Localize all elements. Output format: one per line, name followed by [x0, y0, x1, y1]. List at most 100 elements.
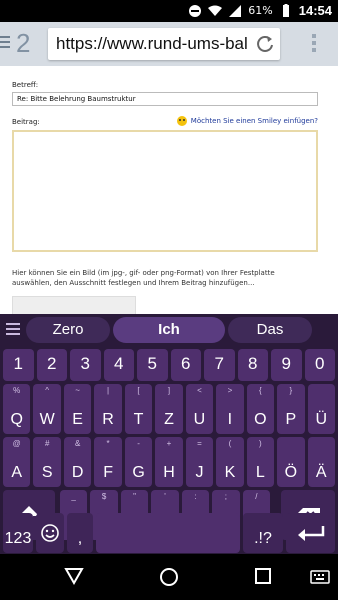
key-g[interactable]: -G [124, 437, 153, 487]
key-label: D [71, 464, 84, 481]
key-3[interactable]: 3 [70, 349, 101, 381]
suggestion-right[interactable]: Das [228, 317, 312, 343]
key-label: U [193, 411, 206, 428]
key-z[interactable]: ] Z [155, 384, 183, 434]
key-alt-label: - [137, 439, 140, 448]
key-alt-label: " [133, 492, 136, 501]
battery-percent: 61% [248, 4, 273, 17]
wifi-icon [208, 5, 223, 16]
key-8[interactable]: 8 [237, 349, 268, 381]
keyboard-menu-icon[interactable] [6, 323, 20, 338]
key-alt-label: ] [167, 386, 171, 395]
key-ä[interactable]: Ä [307, 437, 335, 487]
suggestion-bar: Zero Ich Das [0, 314, 338, 346]
key-i[interactable]: > I [216, 384, 244, 434]
space-key[interactable] [96, 513, 240, 553]
key-label: Z [164, 411, 174, 428]
key-alt-label: + [166, 439, 172, 448]
key-label: K [224, 464, 236, 481]
key-e[interactable]: ~ E [63, 384, 92, 434]
key-f[interactable]: * F [94, 437, 122, 487]
key-alt-label: ' [164, 492, 166, 501]
clock: 14:54 [298, 3, 332, 18]
comma-key[interactable]: , [67, 513, 93, 553]
key-j[interactable]: = J [185, 437, 214, 487]
key-label: 5 [147, 354, 157, 373]
key-d[interactable]: & D [63, 437, 92, 487]
key-7[interactable]: 7 [204, 349, 235, 381]
do-not-disturb-icon [189, 4, 202, 17]
reload-icon[interactable] [254, 33, 276, 55]
key-5[interactable]: 5 [137, 349, 168, 381]
key-h[interactable]: + H [155, 437, 183, 487]
key-label: T [133, 411, 144, 428]
key-label: A [11, 464, 23, 481]
file-select-button[interactable] [12, 296, 136, 314]
key-0[interactable]: 0 [304, 349, 335, 381]
navigation-bar [0, 554, 338, 600]
key-label: F [103, 464, 113, 481]
drawer-menu-icon[interactable] [0, 36, 10, 50]
punctuation-key[interactable]: .!? [243, 513, 283, 553]
key-1[interactable]: 1 [3, 349, 34, 381]
key-alt-label: [ [137, 386, 140, 395]
smiley-link[interactable]: Möchten Sie einen Smiley einfügen? [176, 116, 318, 126]
recents-icon[interactable] [254, 567, 272, 585]
back-icon[interactable] [64, 567, 84, 585]
key-q[interactable]: % Q [3, 384, 31, 434]
key-9[interactable]: 9 [271, 349, 302, 381]
key-s[interactable]: # S [33, 437, 61, 487]
key-alt-label: ; [224, 492, 228, 501]
emoji-key[interactable] [36, 513, 64, 553]
info-line-1: Hier können Sie ein Bild (im jpg-, gif- … [12, 269, 275, 277]
key-w[interactable]: ^ W [33, 384, 61, 434]
key-6[interactable]: 6 [170, 349, 201, 381]
key-4[interactable]: 4 [103, 349, 134, 381]
tab-count-button[interactable]: 2 [16, 28, 30, 59]
browser-toolbar: 2 https://www.rund-ums-bal [0, 22, 338, 66]
key-alt-label: ) [259, 439, 262, 448]
smiley-icon[interactable] [176, 116, 187, 126]
numbers-toggle-key[interactable]: 123 [3, 513, 33, 553]
home-icon[interactable] [159, 567, 179, 587]
key-alt-label: % [13, 386, 21, 395]
key-label: 123 [4, 530, 32, 547]
key-label: O [254, 411, 267, 428]
url-text[interactable]: https://www.rund-ums-bal [56, 34, 248, 54]
key-o[interactable]: {O [246, 384, 275, 434]
key-2[interactable]: 2 [36, 349, 67, 381]
key-label: R [102, 411, 114, 428]
key-label: 3 [80, 354, 90, 373]
key-label: , [77, 530, 83, 547]
enter-key[interactable] [286, 513, 335, 553]
key-label: 8 [248, 354, 258, 373]
key-k[interactable]: (K [216, 437, 244, 487]
key-label: Q [10, 411, 23, 428]
key-l[interactable]: ) L [246, 437, 275, 487]
key-alt-label: @ [12, 439, 21, 448]
key-label: 0 [315, 354, 325, 373]
key-alt-label: < [197, 386, 202, 395]
url-bar[interactable]: https://www.rund-ums-bal [48, 28, 280, 60]
key-t[interactable]: [T [124, 384, 153, 434]
key-r[interactable]: | R [94, 384, 122, 434]
keyboard-switch-icon[interactable] [310, 570, 330, 584]
key-ü[interactable]: Ü [307, 384, 335, 434]
beitrag-label: Beitrag: [12, 118, 40, 126]
key-p[interactable]: } P [277, 384, 305, 434]
key-label: Ü [315, 411, 328, 428]
overflow-menu-icon[interactable] [312, 34, 318, 55]
key-u[interactable]: < U [185, 384, 214, 434]
beitrag-textarea[interactable] [12, 130, 318, 252]
suggestion-left[interactable]: Zero [26, 317, 110, 343]
key-alt-label: ^ [45, 386, 50, 395]
betreff-input[interactable]: Re: Bitte Belehrung Baumstruktur [12, 92, 318, 106]
key-ö[interactable]: Ö [277, 437, 305, 487]
info-line-2: auswählen, den Ausschnitt festlegen und … [12, 279, 255, 287]
smiley-link-text[interactable]: Möchten Sie einen Smiley einfügen? [191, 117, 318, 125]
enter-icon [297, 526, 324, 541]
suggestion-center[interactable]: Ich [113, 317, 225, 343]
key-a[interactable]: @ A [3, 437, 31, 487]
key-alt-label: / [255, 492, 258, 501]
key-alt-label: & [74, 439, 81, 448]
